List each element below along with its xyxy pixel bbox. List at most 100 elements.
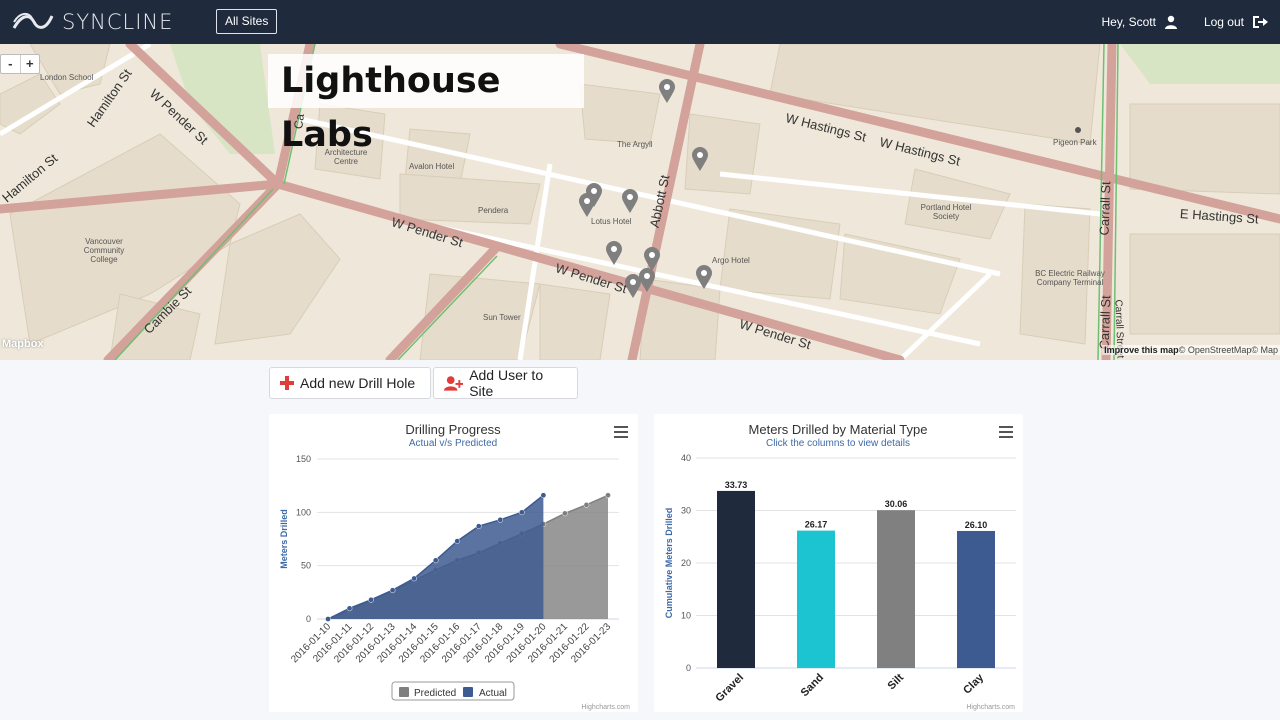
- chart-title: Meters Drilled by Material Type: [749, 422, 928, 437]
- all-sites-button[interactable]: All Sites: [216, 9, 278, 34]
- place-label: Avalon Hotel: [409, 162, 455, 171]
- drill-hole-pin-icon[interactable]: [621, 188, 639, 214]
- y-tick-label: 50: [301, 561, 311, 571]
- add-drill-hole-button[interactable]: Add new Drill Hole: [269, 367, 431, 399]
- y-tick-label: 0: [306, 614, 311, 624]
- drilling-progress-svg: Drilling Progress Actual v/s Predicted 0…: [279, 422, 630, 711]
- site-title: Lighthouse Labs: [268, 54, 584, 155]
- x-axis-ticks: 2016-01-102016-01-112016-01-122016-01-13…: [289, 621, 613, 665]
- chart-credits[interactable]: Highcharts.com: [581, 704, 630, 711]
- chart-menu-icon[interactable]: [999, 426, 1013, 438]
- zoom-in-button[interactable]: +: [21, 55, 40, 73]
- data-point[interactable]: [540, 492, 547, 499]
- place-label: Architecture Centre: [324, 148, 368, 166]
- y-tick-label: 20: [681, 558, 691, 568]
- y-tick-label: 100: [296, 507, 311, 517]
- legend-item-predicted[interactable]: Predicted: [414, 688, 456, 699]
- legend-item-actual[interactable]: Actual: [479, 688, 507, 699]
- logout-icon[interactable]: [1252, 15, 1268, 29]
- place-label: Argo Hotel: [712, 256, 750, 265]
- map-attribution: Improve this map© OpenStreetMap© Map: [1102, 345, 1280, 355]
- x-tick-label[interactable]: Gravel: [713, 672, 746, 705]
- data-point[interactable]: [605, 492, 611, 499]
- improve-map-link[interactable]: Improve this map: [1104, 345, 1179, 355]
- place-label: Pendera: [478, 206, 509, 215]
- data-point[interactable]: [389, 587, 396, 594]
- syncline-logo-icon: [12, 12, 54, 29]
- place-label: Lotus Hotel: [591, 217, 632, 226]
- legend-swatch-predicted[interactable]: [399, 687, 409, 697]
- add-user-label: Add User to Site: [469, 367, 544, 399]
- data-point[interactable]: [325, 616, 331, 622]
- street-label: Carrall St: [1096, 181, 1114, 236]
- y-axis-ticks: 0 10 20 30 40: [681, 453, 691, 673]
- data-point[interactable]: [562, 510, 568, 517]
- user-area: Hey, Scott Log out: [1101, 0, 1268, 44]
- data-point[interactable]: [518, 509, 525, 516]
- area-actual[interactable]: [328, 495, 544, 619]
- drill-hole-pin-icon[interactable]: [578, 192, 596, 218]
- add-user-icon: [444, 376, 464, 391]
- data-point[interactable]: [411, 575, 418, 582]
- x-tick-label[interactable]: Clay: [961, 671, 987, 697]
- bar-silt[interactable]: [877, 510, 915, 668]
- bar-clay[interactable]: [957, 530, 995, 668]
- top-navbar: SYNCLINE All Sites Hey, Scott Log out: [0, 0, 1280, 44]
- place-label: Vancouver Community College: [83, 237, 125, 264]
- place-label: BC Electric Railway Company Terminal: [1035, 269, 1105, 287]
- data-point[interactable]: [583, 502, 590, 508]
- drilling-progress-chart: Drilling Progress Actual v/s Predicted 0…: [269, 414, 638, 712]
- x-tick-label[interactable]: Silt: [886, 671, 907, 692]
- site-map[interactable]: - + Lighthouse Labs London School Archit…: [0, 44, 1280, 360]
- place-label: Portland Hotel Society: [920, 203, 972, 221]
- plus-icon: [280, 376, 294, 390]
- attribution-text[interactable]: © OpenStreetMap© Map: [1179, 345, 1278, 355]
- chart-subtitle: Click the columns to view details: [766, 438, 910, 449]
- data-point[interactable]: [497, 516, 504, 523]
- y-tick-label: 30: [681, 506, 691, 516]
- y-tick-label: 0: [686, 663, 691, 673]
- data-point[interactable]: [346, 605, 353, 612]
- data-label: 26.17: [805, 520, 828, 530]
- brand-name: SYNCLINE: [62, 10, 174, 34]
- bar-sand[interactable]: [797, 530, 835, 668]
- material-type-chart: Meters Drilled by Material Type Click th…: [654, 414, 1023, 712]
- bar-gravel[interactable]: [717, 490, 755, 668]
- drill-hole-pin-icon[interactable]: [624, 273, 642, 299]
- user-icon: [1164, 15, 1177, 29]
- data-point[interactable]: [432, 557, 439, 564]
- place-label: Pigeon Park: [1053, 138, 1097, 147]
- chart-bars[interactable]: 33.73 26.17 30.06 26.10: [717, 480, 995, 668]
- legend-swatch-actual[interactable]: [463, 687, 473, 697]
- y-axis-ticks: 0 50 100 150: [296, 454, 311, 624]
- zoom-control: - +: [0, 54, 40, 74]
- data-label: 30.06: [885, 499, 908, 509]
- chart-subtitle: Actual v/s Predicted: [409, 438, 497, 449]
- zoom-out-button[interactable]: -: [1, 55, 21, 73]
- y-tick-label: 40: [681, 453, 691, 463]
- data-point[interactable]: [368, 596, 374, 603]
- material-type-svg: Meters Drilled by Material Type Click th…: [664, 422, 1016, 711]
- place-label: The Argyll: [617, 140, 653, 149]
- add-user-button[interactable]: Add User to Site: [433, 367, 578, 399]
- y-tick-label: 150: [296, 454, 311, 464]
- x-tick-label[interactable]: Sand: [799, 672, 827, 700]
- data-point[interactable]: [475, 523, 482, 530]
- logout-link[interactable]: Log out: [1204, 15, 1244, 29]
- data-label: 33.73: [725, 480, 748, 490]
- chart-legend: Predicted Actual: [391, 681, 515, 701]
- data-point[interactable]: [454, 538, 461, 544]
- drill-hole-pin-icon[interactable]: [605, 240, 623, 266]
- street-label: Ca: [291, 112, 308, 130]
- brand-logo[interactable]: SYNCLINE: [12, 8, 173, 36]
- place-label: London School: [40, 73, 94, 82]
- chart-menu-icon[interactable]: [614, 426, 628, 438]
- y-tick-label: 10: [681, 611, 691, 621]
- drill-hole-pin-icon[interactable]: [695, 264, 713, 290]
- add-drill-hole-label: Add new Drill Hole: [300, 375, 416, 391]
- chart-credits[interactable]: Highcharts.com: [966, 704, 1015, 711]
- mapbox-logo[interactable]: Mapbox: [2, 338, 44, 350]
- map-base-layer: [0, 44, 1280, 360]
- drill-hole-pin-icon[interactable]: [658, 78, 676, 104]
- drill-hole-pin-icon[interactable]: [691, 146, 709, 172]
